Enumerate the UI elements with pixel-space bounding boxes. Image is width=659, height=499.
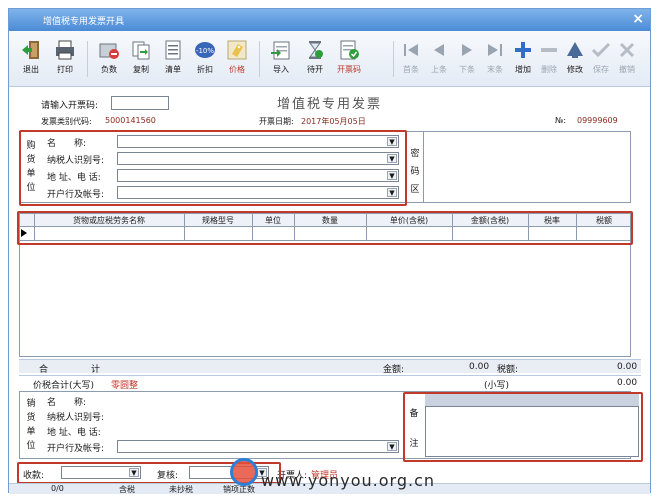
invoice-no-value: 09999609 [577, 116, 618, 125]
plus-icon [515, 42, 531, 58]
chevron-down-icon[interactable]: ▼ [387, 442, 397, 451]
total-caps-value: 零圆整 [111, 381, 139, 391]
buyer-highlight [19, 130, 407, 206]
exit-button[interactable]: 退出 [15, 35, 47, 81]
seller-address-label: 地 址、电 话: [47, 428, 101, 438]
svg-text:-10%: -10% [196, 47, 214, 55]
type-code-label: 发票类别代码: [41, 117, 92, 126]
invoice-heading: 增值税专用发票 [276, 97, 382, 112]
tax-value: 0.00 [617, 362, 638, 372]
import-button[interactable]: 导入 [265, 35, 297, 81]
amount-label: 金额: [383, 365, 405, 375]
invoice-code-icon [340, 40, 359, 60]
toolbar: 退出 打印 负数 复制 清单 -10% 折扣 价格 导入 待开 开票码 首条 上… [9, 31, 650, 87]
discount-icon: -10% [195, 42, 215, 58]
exit-icon [22, 41, 39, 59]
seller-bank-select[interactable]: ▼ [117, 440, 399, 453]
invoice-no-label: №: [555, 116, 567, 125]
tax-mode-status: 含税 [119, 485, 135, 494]
undo-button[interactable]: 撤销 [611, 35, 643, 81]
discount-button[interactable]: -10% 折扣 [189, 35, 221, 81]
minus-icon [541, 48, 557, 52]
last-icon [488, 44, 502, 56]
hourglass-icon [309, 41, 323, 59]
cipher-area-label: 密 码 区 [410, 149, 420, 195]
copy-tax-status: 未抄税 [169, 485, 193, 494]
type-code-value: 5000141560 [105, 116, 156, 125]
list-button[interactable]: 清单 [157, 35, 189, 81]
cross-icon [619, 42, 635, 58]
invoice-window: 增值税专用发票开具 × 退出 打印 负数 复制 清单 -10% 折扣 价格 导入… [8, 8, 651, 494]
total-small-value: 0.00 [617, 378, 638, 388]
amount-value: 0.00 [469, 362, 490, 372]
total-caps-label: 价税合计(大写) [33, 381, 95, 391]
import-icon [271, 41, 290, 60]
print-button[interactable]: 打印 [49, 35, 81, 81]
negative-button[interactable]: 负数 [93, 35, 125, 81]
price-button[interactable]: 价格 [221, 35, 253, 81]
sales-status: 销项正数 [223, 485, 255, 494]
pending-button[interactable]: 待开 [299, 35, 331, 81]
first-icon [404, 44, 418, 56]
watermark-logo [230, 458, 258, 486]
folder-minus-icon [99, 43, 119, 59]
price-tag-icon [227, 40, 247, 60]
window-title: 增值税专用发票开具 [43, 17, 125, 27]
copy-button[interactable]: 复制 [125, 35, 157, 81]
title-bar[interactable]: 增值税专用发票开具 × [9, 9, 650, 31]
code-prompt-label: 请输入开票码: [41, 101, 99, 111]
prev-icon [434, 44, 444, 56]
seller-name-label: 名 称: [47, 398, 87, 408]
date-value: 2017年05月05日 [301, 117, 366, 126]
total-small-label: (小写) [484, 381, 510, 391]
seller-bank-label: 开户行及帐号: [47, 444, 105, 454]
list-icon [165, 40, 181, 60]
tax-label: 税额: [497, 365, 519, 375]
invoice-code-button[interactable]: 开票码 [333, 35, 365, 81]
copy-icon [132, 41, 150, 60]
record-count: 0/0 [51, 484, 64, 493]
modify-icon [567, 42, 583, 58]
grid-header-highlight [17, 211, 633, 245]
date-label: 开票日期: [259, 117, 294, 126]
grand-total-row: 价税合计(大写) 零圆整 (小写) 0.00 [19, 375, 641, 391]
next-icon [462, 44, 472, 56]
sum-row: 合 计 金额: 0.00 税额: 0.00 [19, 359, 641, 375]
invoice-form: 增值税专用发票 请输入开票码: 发票类别代码: 5000141560 开票日期:… [9, 87, 650, 494]
printer-icon [56, 40, 74, 60]
watermark-text: www.yonyou.org.cn [261, 471, 436, 490]
check-icon [591, 42, 611, 58]
remark-highlight [403, 392, 643, 462]
seller-side-label: 销 货 单 位 [26, 399, 36, 451]
seller-taxid-label: 纳税人识别号: [47, 413, 105, 423]
close-button[interactable]: × [632, 11, 644, 27]
invoice-code-input[interactable] [111, 96, 169, 110]
goods-grid-body[interactable] [19, 241, 631, 357]
